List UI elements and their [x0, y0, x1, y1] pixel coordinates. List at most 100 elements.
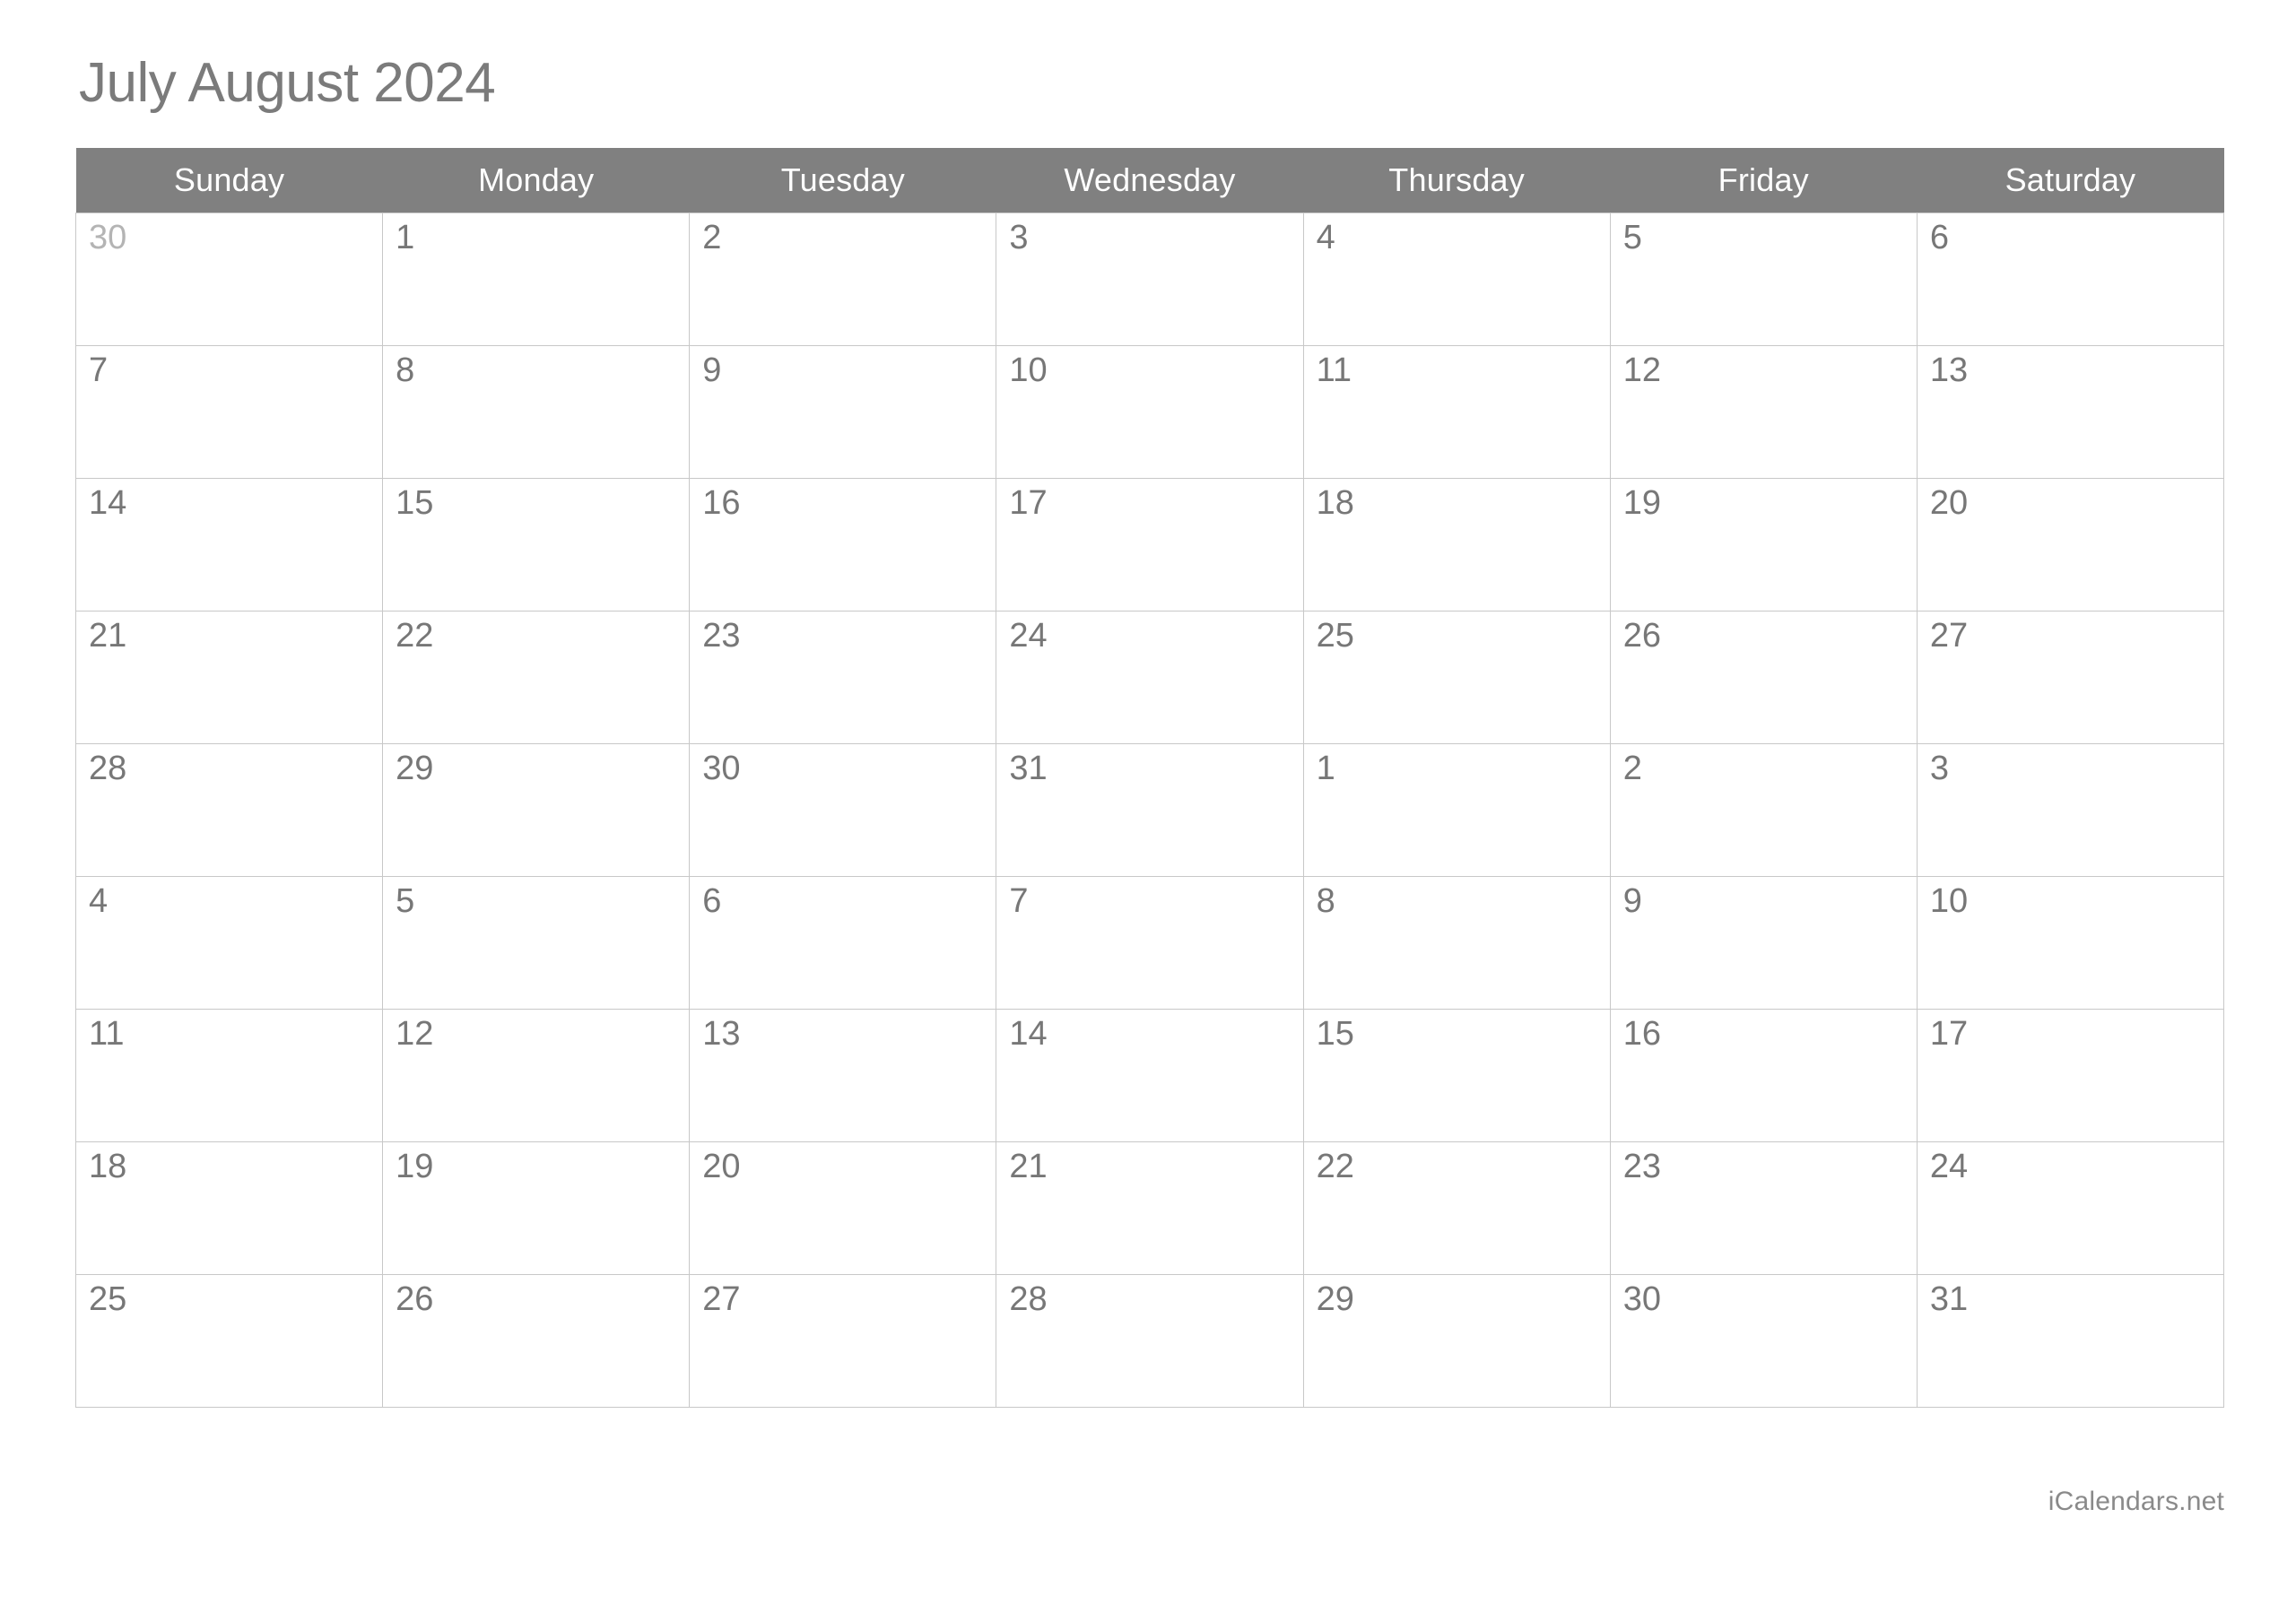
weekday-header-saturday: Saturday: [1917, 148, 2224, 213]
day-number: 11: [1316, 351, 1352, 389]
calendar-day-cell[interactable]: 24: [1916, 1141, 2225, 1275]
day-number: 1: [396, 219, 415, 256]
calendar-table: Sunday Monday Tuesday Wednesday Thursday Frid…: [74, 148, 2225, 1408]
weekday-header-sunday: Sunday: [75, 148, 383, 213]
calendar-day-cell[interactable]: 22: [382, 611, 691, 744]
calendar-day-cell[interactable]: 6: [1916, 213, 2225, 346]
calendar-day-cell[interactable]: 18: [74, 1141, 384, 1275]
calendar-day-cell[interactable]: 30: [689, 743, 997, 877]
calendar-day-cell[interactable]: 4: [1302, 213, 1611, 346]
calendar-day-cell[interactable]: 13: [689, 1009, 997, 1142]
calendar-day-cell[interactable]: 12: [382, 1009, 691, 1142]
day-number: 19: [1622, 484, 1661, 522]
calendar-day-cell[interactable]: 4: [74, 876, 384, 1010]
day-number: 12: [1622, 351, 1661, 389]
calendar-week-row: 30 1 2 3 4 5 6: [74, 213, 2225, 346]
calendar-day-cell[interactable]: 11: [74, 1009, 384, 1142]
day-number: 21: [1009, 1148, 1048, 1185]
calendar-day-cell[interactable]: 22: [1302, 1141, 1611, 1275]
calendar-week-row: 25 26 27 28 29 30 31: [74, 1274, 2225, 1408]
calendar-day-cell[interactable]: 10: [1916, 876, 2225, 1010]
calendar-day-cell[interactable]: 7: [74, 345, 384, 479]
calendar-week-row: 14 15 16 17 18 19 20: [74, 478, 2225, 612]
calendar-day-cell[interactable]: 30: [1609, 1274, 1918, 1408]
calendar-day-cell[interactable]: 20: [1916, 478, 2225, 612]
day-number: 20: [1929, 484, 1969, 522]
day-number: 11: [89, 1015, 125, 1053]
day-number: 3: [1009, 219, 1029, 256]
footer-credit: iCalendars.net: [2048, 1487, 2224, 1516]
day-number: 26: [396, 1280, 434, 1318]
calendar-day-cell[interactable]: 1: [1302, 743, 1611, 877]
day-number: 8: [1316, 882, 1335, 920]
calendar-day-cell[interactable]: 28: [74, 743, 384, 877]
calendar-day-cell[interactable]: 30: [74, 213, 384, 346]
calendar-day-cell[interactable]: 3: [996, 213, 1304, 346]
calendar-day-cell[interactable]: 7: [996, 876, 1304, 1010]
calendar-day-cell[interactable]: 25: [74, 1274, 384, 1408]
day-number: 28: [89, 750, 127, 787]
day-number: 7: [89, 351, 109, 389]
day-number: 26: [1622, 617, 1661, 655]
calendar-day-cell[interactable]: 20: [689, 1141, 997, 1275]
calendar-day-cell[interactable]: 14: [74, 478, 384, 612]
calendar-day-cell[interactable]: 6: [689, 876, 997, 1010]
calendar-week-row: 4 5 6 7 8 9 10: [74, 876, 2225, 1010]
calendar-day-cell[interactable]: 5: [1609, 213, 1918, 346]
calendar-day-cell[interactable]: 26: [1609, 611, 1918, 744]
day-number: 24: [1009, 617, 1048, 655]
calendar-page: July August 2024 Sunday Monday Tuesday Wedn…: [0, 0, 2296, 1622]
calendar-day-cell[interactable]: 5: [382, 876, 691, 1010]
weekday-header-monday: Monday: [382, 148, 690, 213]
calendar-day-cell[interactable]: 21: [996, 1141, 1304, 1275]
calendar-day-cell[interactable]: 31: [1916, 1274, 2225, 1408]
day-number: 3: [1929, 750, 1949, 787]
calendar-day-cell[interactable]: 10: [996, 345, 1304, 479]
calendar-day-cell[interactable]: 19: [1609, 478, 1918, 612]
day-number: 4: [1316, 219, 1335, 256]
calendar-day-cell[interactable]: 18: [1302, 478, 1611, 612]
calendar-day-cell[interactable]: 8: [1302, 876, 1611, 1010]
calendar-day-cell[interactable]: 29: [1302, 1274, 1611, 1408]
calendar-day-cell[interactable]: 21: [74, 611, 384, 744]
calendar-day-cell[interactable]: 14: [996, 1009, 1304, 1142]
calendar-day-cell[interactable]: 3: [1916, 743, 2225, 877]
calendar-day-cell[interactable]: 26: [382, 1274, 691, 1408]
day-number: 29: [396, 750, 434, 787]
calendar-day-cell[interactable]: 17: [996, 478, 1304, 612]
calendar-day-cell[interactable]: 15: [1302, 1009, 1611, 1142]
calendar-day-cell[interactable]: 12: [1609, 345, 1918, 479]
calendar-day-cell[interactable]: 29: [382, 743, 691, 877]
calendar-day-cell[interactable]: 23: [689, 611, 997, 744]
calendar-day-cell[interactable]: 13: [1916, 345, 2225, 479]
calendar-week-row: 18 19 20 21 22 23 24: [74, 1141, 2225, 1275]
calendar-day-cell[interactable]: 9: [689, 345, 997, 479]
day-number: 5: [1622, 219, 1642, 256]
calendar-day-cell[interactable]: 9: [1609, 876, 1918, 1010]
calendar-header: Sunday Monday Tuesday Wednesday Thursday Frid…: [75, 148, 2224, 213]
day-number: 7: [1009, 882, 1029, 920]
calendar-day-cell[interactable]: 2: [689, 213, 997, 346]
weekday-header-tuesday: Tuesday: [689, 148, 996, 213]
calendar-day-cell[interactable]: 15: [382, 478, 691, 612]
calendar-day-cell[interactable]: 27: [1916, 611, 2225, 744]
calendar-day-cell[interactable]: 8: [382, 345, 691, 479]
day-number: 6: [1929, 219, 1949, 256]
day-number: 14: [1009, 1015, 1048, 1053]
calendar-day-cell[interactable]: 25: [1302, 611, 1611, 744]
calendar-day-cell[interactable]: 2: [1609, 743, 1918, 877]
calendar-day-cell[interactable]: 17: [1916, 1009, 2225, 1142]
calendar-day-cell[interactable]: 16: [1609, 1009, 1918, 1142]
calendar-day-cell[interactable]: 11: [1302, 345, 1611, 479]
weekday-header-wednesday: Wednesday: [996, 148, 1304, 213]
calendar-day-cell[interactable]: 31: [996, 743, 1304, 877]
calendar-day-cell[interactable]: 16: [689, 478, 997, 612]
calendar-day-cell[interactable]: 19: [382, 1141, 691, 1275]
calendar-day-cell[interactable]: 24: [996, 611, 1304, 744]
calendar-day-cell[interactable]: 23: [1609, 1141, 1918, 1275]
calendar-day-cell[interactable]: 28: [996, 1274, 1304, 1408]
calendar-day-cell[interactable]: 1: [382, 213, 691, 346]
calendar-day-cell[interactable]: 27: [689, 1274, 997, 1408]
day-number: 17: [1009, 484, 1048, 522]
calendar-body: 30 1 2 3 4 5 6 7 8 9 10 11 12 13 14 15 16 17 18 19 20 21 22 23 2…: [74, 213, 2225, 1408]
